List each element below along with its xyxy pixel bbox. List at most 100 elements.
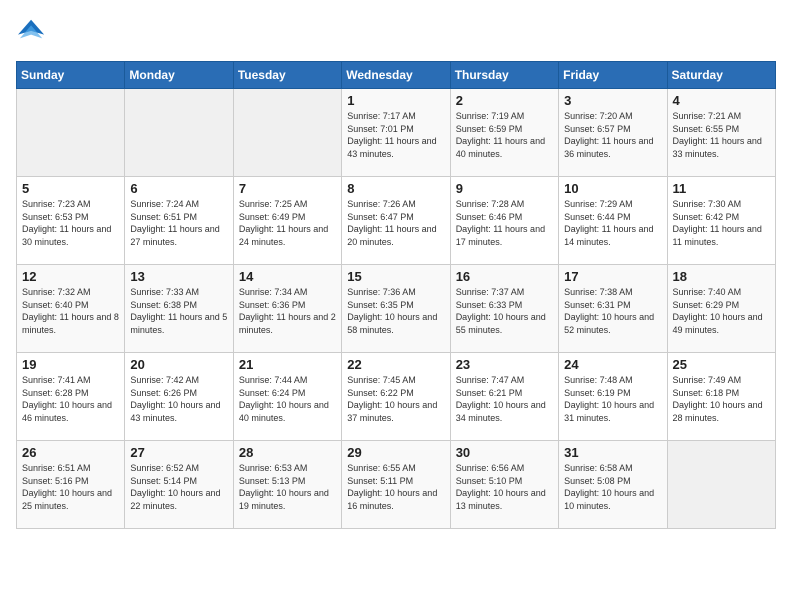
calendar-table: SundayMondayTuesdayWednesdayThursdayFrid…	[16, 61, 776, 529]
calendar-cell: 27 Sunrise: 6:52 AMSunset: 5:14 PMDayligh…	[125, 441, 233, 529]
weekday-header: Monday	[125, 62, 233, 89]
day-number: 25	[673, 357, 770, 372]
day-info: Sunrise: 7:42 AMSunset: 6:26 PMDaylight:…	[130, 374, 227, 424]
day-info: Sunrise: 7:21 AMSunset: 6:55 PMDaylight:…	[673, 110, 770, 160]
calendar-week-row: 1 Sunrise: 7:17 AMSunset: 7:01 PMDaylight…	[17, 89, 776, 177]
day-number: 4	[673, 93, 770, 108]
day-number: 28	[239, 445, 336, 460]
calendar-cell: 8 Sunrise: 7:26 AMSunset: 6:47 PMDaylight…	[342, 177, 450, 265]
day-number: 18	[673, 269, 770, 284]
day-number: 24	[564, 357, 661, 372]
day-number: 22	[347, 357, 444, 372]
calendar-cell: 12 Sunrise: 7:32 AMSunset: 6:40 PMDayligh…	[17, 265, 125, 353]
logo-icon	[18, 16, 46, 44]
day-info: Sunrise: 7:34 AMSunset: 6:36 PMDaylight:…	[239, 286, 336, 336]
calendar-cell	[667, 441, 775, 529]
day-info: Sunrise: 7:41 AMSunset: 6:28 PMDaylight:…	[22, 374, 119, 424]
weekday-header: Thursday	[450, 62, 558, 89]
day-number: 15	[347, 269, 444, 284]
day-number: 27	[130, 445, 227, 460]
day-number: 16	[456, 269, 553, 284]
calendar-week-row: 26 Sunrise: 6:51 AMSunset: 5:16 PMDayligh…	[17, 441, 776, 529]
day-info: Sunrise: 6:51 AMSunset: 5:16 PMDaylight:…	[22, 462, 119, 512]
calendar-week-row: 5 Sunrise: 7:23 AMSunset: 6:53 PMDaylight…	[17, 177, 776, 265]
calendar-cell: 26 Sunrise: 6:51 AMSunset: 5:16 PMDayligh…	[17, 441, 125, 529]
day-number: 10	[564, 181, 661, 196]
day-info: Sunrise: 6:53 AMSunset: 5:13 PMDaylight:…	[239, 462, 336, 512]
calendar-cell: 29Sunrise: 6:55 AMSunset: 5:11 PMDayligh…	[342, 441, 450, 529]
day-info: Sunrise: 7:44 AMSunset: 6:24 PMDaylight:…	[239, 374, 336, 424]
calendar-cell	[125, 89, 233, 177]
day-info: Sunrise: 7:36 AMSunset: 6:35 PMDaylight:…	[347, 286, 444, 336]
day-info: Sunrise: 7:38 AMSunset: 6:31 PMDaylight:…	[564, 286, 661, 336]
day-number: 7	[239, 181, 336, 196]
day-number: 11	[673, 181, 770, 196]
day-info: Sunrise: 7:26 AMSunset: 6:47 PMDaylight:…	[347, 198, 444, 248]
day-info: Sunrise: 7:29 AMSunset: 6:44 PMDaylight:…	[564, 198, 661, 248]
calendar-cell: 21 Sunrise: 7:44 AMSunset: 6:24 PMDayligh…	[233, 353, 341, 441]
calendar-cell: 1 Sunrise: 7:17 AMSunset: 7:01 PMDaylight…	[342, 89, 450, 177]
calendar-cell	[17, 89, 125, 177]
weekday-header: Tuesday	[233, 62, 341, 89]
day-number: 3	[564, 93, 661, 108]
day-number: 5	[22, 181, 119, 196]
calendar-week-row: 12 Sunrise: 7:32 AMSunset: 6:40 PMDayligh…	[17, 265, 776, 353]
calendar-cell: 18 Sunrise: 7:40 AMSunset: 6:29 PMDayligh…	[667, 265, 775, 353]
weekday-header: Sunday	[17, 62, 125, 89]
calendar-cell: 7Sunrise: 7:25 AMSunset: 6:49 PMDaylight…	[233, 177, 341, 265]
day-info: Sunrise: 7:47 AMSunset: 6:21 PMDaylight:…	[456, 374, 553, 424]
day-info: Sunrise: 6:52 AMSunset: 5:14 PMDaylight:…	[130, 462, 227, 512]
calendar-cell: 28 Sunrise: 6:53 AMSunset: 5:13 PMDayligh…	[233, 441, 341, 529]
calendar-cell	[233, 89, 341, 177]
calendar-cell: 17 Sunrise: 7:38 AMSunset: 6:31 PMDayligh…	[559, 265, 667, 353]
day-info: Sunrise: 7:17 AMSunset: 7:01 PMDaylight:…	[347, 110, 444, 160]
calendar-cell: 14 Sunrise: 7:34 AMSunset: 6:36 PMDayligh…	[233, 265, 341, 353]
day-info: Sunrise: 7:33 AMSunset: 6:38 PMDaylight:…	[130, 286, 227, 336]
calendar-cell: 19 Sunrise: 7:41 AMSunset: 6:28 PMDayligh…	[17, 353, 125, 441]
day-number: 20	[130, 357, 227, 372]
calendar-cell: 25 Sunrise: 7:49 AMSunset: 6:18 PMDayligh…	[667, 353, 775, 441]
calendar-cell: 3 Sunrise: 7:20 AMSunset: 6:57 PMDaylight…	[559, 89, 667, 177]
calendar-cell: 9Sunrise: 7:28 AMSunset: 6:46 PMDaylight…	[450, 177, 558, 265]
day-info: Sunrise: 6:58 AMSunset: 5:08 PMDaylight:…	[564, 462, 661, 512]
calendar-cell: 31 Sunrise: 6:58 AMSunset: 5:08 PMDayligh…	[559, 441, 667, 529]
calendar-cell: 24 Sunrise: 7:48 AMSunset: 6:19 PMDayligh…	[559, 353, 667, 441]
calendar-cell: 15 Sunrise: 7:36 AMSunset: 6:35 PMDayligh…	[342, 265, 450, 353]
calendar-cell: 20 Sunrise: 7:42 AMSunset: 6:26 PMDayligh…	[125, 353, 233, 441]
page-header	[16, 16, 776, 49]
calendar-cell: 13Sunrise: 7:33 AMSunset: 6:38 PMDayligh…	[125, 265, 233, 353]
day-info: Sunrise: 6:56 AMSunset: 5:10 PMDaylight:…	[456, 462, 553, 512]
weekday-header: Friday	[559, 62, 667, 89]
day-info: Sunrise: 7:40 AMSunset: 6:29 PMDaylight:…	[673, 286, 770, 336]
day-number: 23	[456, 357, 553, 372]
calendar-cell: 16 Sunrise: 7:37 AMSunset: 6:33 PMDayligh…	[450, 265, 558, 353]
day-number: 26	[22, 445, 119, 460]
day-number: 19	[22, 357, 119, 372]
day-number: 21	[239, 357, 336, 372]
day-number: 8	[347, 181, 444, 196]
day-number: 31	[564, 445, 661, 460]
day-number: 1	[347, 93, 444, 108]
day-number: 12	[22, 269, 119, 284]
day-number: 17	[564, 269, 661, 284]
day-number: 30	[456, 445, 553, 460]
day-info: Sunrise: 7:48 AMSunset: 6:19 PMDaylight:…	[564, 374, 661, 424]
day-info: Sunrise: 7:45 AMSunset: 6:22 PMDaylight:…	[347, 374, 444, 424]
day-info: Sunrise: 7:32 AMSunset: 6:40 PMDaylight:…	[22, 286, 119, 336]
day-info: Sunrise: 7:23 AMSunset: 6:53 PMDaylight:…	[22, 198, 119, 248]
calendar-cell: 30 Sunrise: 6:56 AMSunset: 5:10 PMDayligh…	[450, 441, 558, 529]
calendar-cell: 23 Sunrise: 7:47 AMSunset: 6:21 PMDayligh…	[450, 353, 558, 441]
calendar-cell: 2Sunrise: 7:19 AMSunset: 6:59 PMDaylight…	[450, 89, 558, 177]
day-info: Sunrise: 7:37 AMSunset: 6:33 PMDaylight:…	[456, 286, 553, 336]
day-number: 6	[130, 181, 227, 196]
day-info: Sunrise: 7:20 AMSunset: 6:57 PMDaylight:…	[564, 110, 661, 160]
calendar-cell: 22 Sunrise: 7:45 AMSunset: 6:22 PMDayligh…	[342, 353, 450, 441]
calendar-cell: 10 Sunrise: 7:29 AMSunset: 6:44 PMDayligh…	[559, 177, 667, 265]
day-number: 2	[456, 93, 553, 108]
day-info: Sunrise: 7:49 AMSunset: 6:18 PMDaylight:…	[673, 374, 770, 424]
weekday-header: Saturday	[667, 62, 775, 89]
day-info: Sunrise: 6:55 AMSunset: 5:11 PMDaylight:…	[347, 462, 444, 512]
day-number: 9	[456, 181, 553, 196]
weekday-header: Wednesday	[342, 62, 450, 89]
day-number: 14	[239, 269, 336, 284]
